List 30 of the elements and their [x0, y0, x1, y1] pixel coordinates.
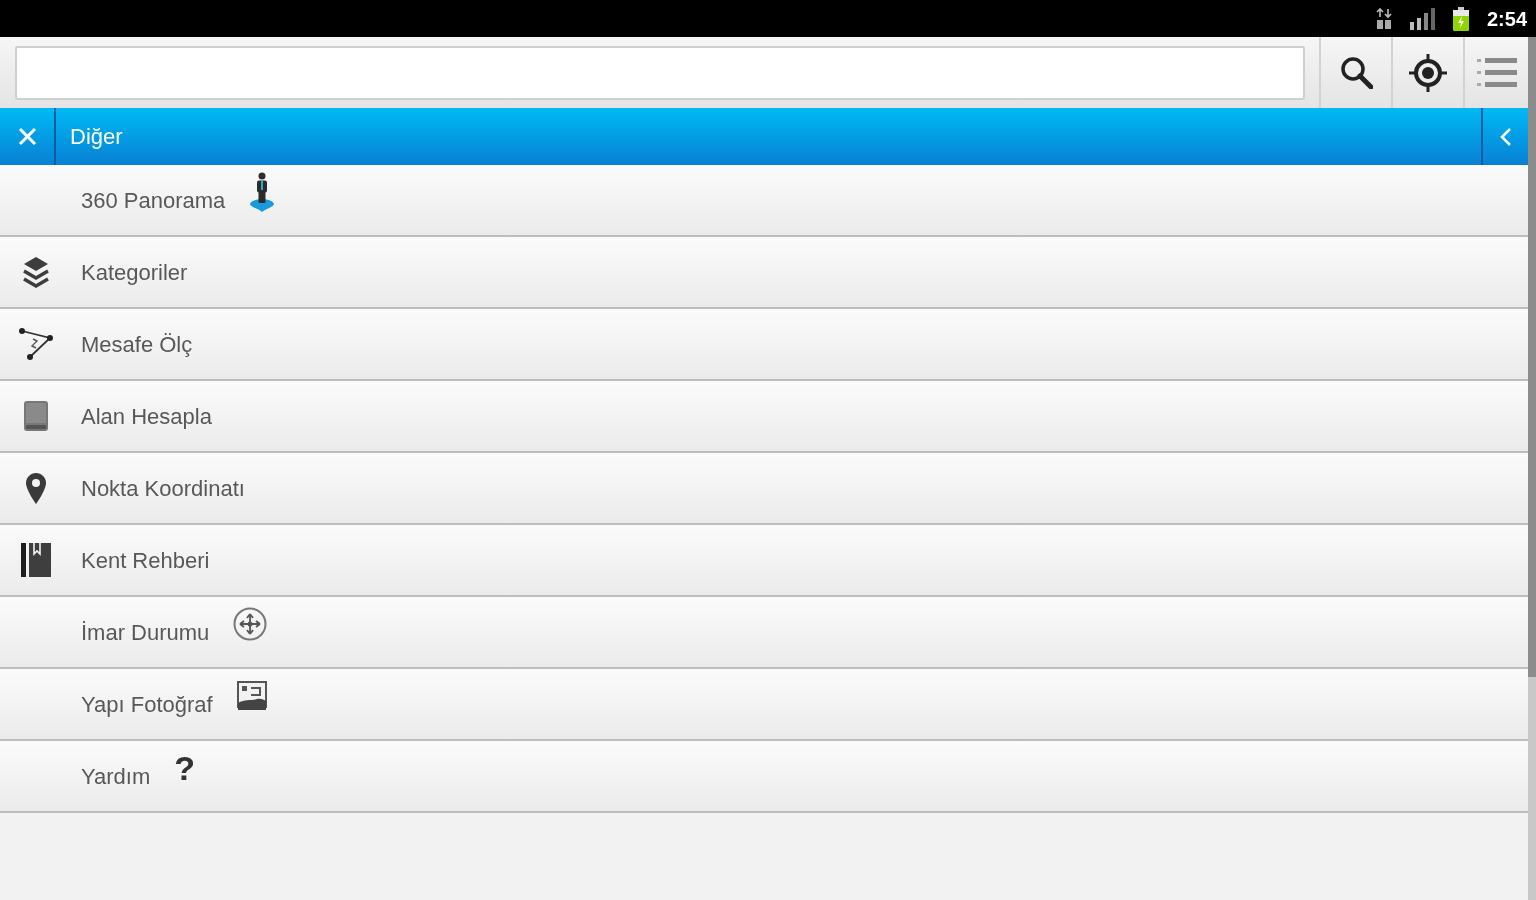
map-pin-icon — [25, 472, 46, 504]
panel-title: Diğer — [69, 123, 123, 151]
menu-item[interactable]: İmar Durumu — [0, 597, 1528, 669]
measure-path-icon — [17, 327, 54, 361]
menu-item[interactable]: 360 Panorama — [0, 165, 1528, 237]
person-on-pin-icon — [249, 172, 276, 212]
menu-item[interactable]: Yapı Fotoğraf — [0, 669, 1528, 741]
list-menu-icon — [1476, 57, 1517, 88]
menu-item[interactable]: Kent Rehberi — [0, 525, 1528, 597]
move-arrows-circle-icon — [233, 607, 268, 641]
close-icon — [17, 127, 37, 146]
layers-icon — [21, 256, 50, 288]
book-icon — [20, 543, 51, 577]
menu-item[interactable]: Nokta Koordinatı — [0, 453, 1528, 525]
question-mark-icon: ? — [174, 751, 196, 785]
menu-item[interactable]: Mesafe Ölç — [0, 309, 1528, 381]
battery-icon — [1452, 6, 1469, 31]
menu-item[interactable]: Kategoriler — [0, 237, 1528, 309]
search-field[interactable] — [15, 45, 1305, 100]
clock-time: 2:54 — [1486, 6, 1527, 32]
signal-bars-icon — [1409, 7, 1435, 30]
scrollbar[interactable] — [1528, 37, 1536, 900]
tablet-icon — [23, 401, 48, 431]
menu-item[interactable]: Alan Hesapla — [0, 381, 1528, 453]
search-icon — [1339, 56, 1373, 89]
data-network-icon — [1375, 7, 1392, 30]
crosshair-icon — [1408, 52, 1448, 93]
picture-icon — [236, 681, 267, 711]
menu-item[interactable]: Yardım ? — [0, 741, 1528, 813]
chevron-left-icon — [1499, 126, 1512, 147]
